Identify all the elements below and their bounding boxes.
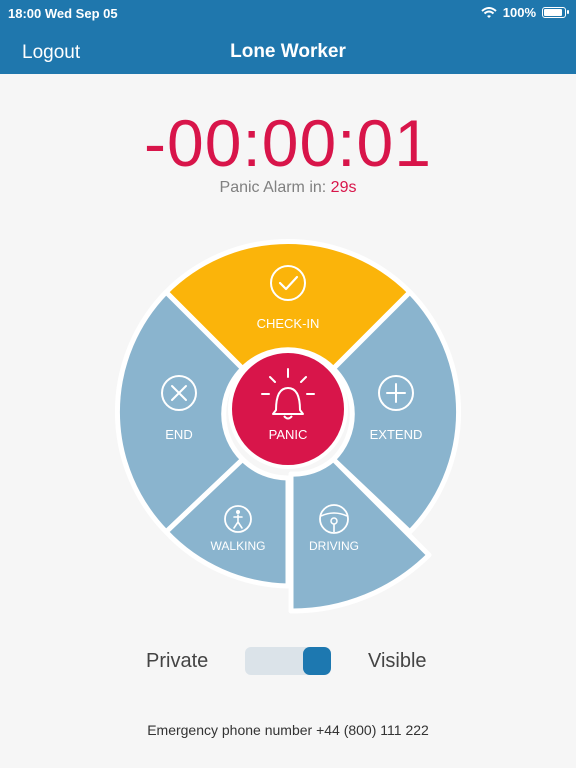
visible-label: Visible <box>368 650 427 672</box>
panic-label: PANIC <box>269 427 308 442</box>
extend-label: EXTEND <box>370 427 423 442</box>
walking-label: WALKING <box>211 539 266 553</box>
check-in-label: CHECK-IN <box>257 316 320 331</box>
end-label: END <box>165 427 192 442</box>
visibility-toggle-knob[interactable] <box>303 647 331 675</box>
panic-button[interactable]: PANIC <box>228 349 348 469</box>
driving-label: DRIVING <box>309 539 359 553</box>
emergency-phone: Emergency phone number +44 (800) 111 222 <box>147 722 429 738</box>
private-label: Private <box>146 650 209 672</box>
